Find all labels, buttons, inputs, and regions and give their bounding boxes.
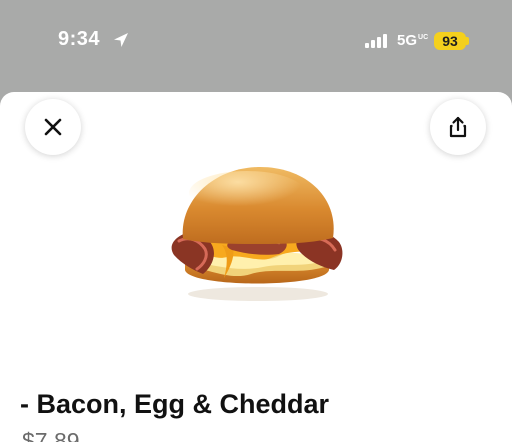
network-label: 5G bbox=[397, 32, 418, 49]
network-type: 5GUC bbox=[397, 32, 428, 49]
battery-indicator: 93 bbox=[434, 32, 466, 50]
signal-bars-icon bbox=[365, 34, 387, 48]
product-price: $7.89 bbox=[22, 428, 80, 442]
sandwich-image bbox=[171, 166, 343, 301]
network-sub: UC bbox=[418, 34, 429, 41]
product-title: - Bacon, Egg & Cheddar bbox=[20, 389, 330, 419]
close-button[interactable] bbox=[25, 99, 81, 155]
close-icon bbox=[44, 118, 62, 136]
share-button[interactable] bbox=[430, 99, 486, 155]
status-time: 9:34 bbox=[58, 28, 101, 50]
location-arrow-icon bbox=[114, 33, 128, 47]
status-bar: 9:34 5GUC 93 bbox=[0, 0, 512, 90]
share-icon bbox=[449, 116, 467, 138]
battery-cap bbox=[466, 37, 469, 45]
